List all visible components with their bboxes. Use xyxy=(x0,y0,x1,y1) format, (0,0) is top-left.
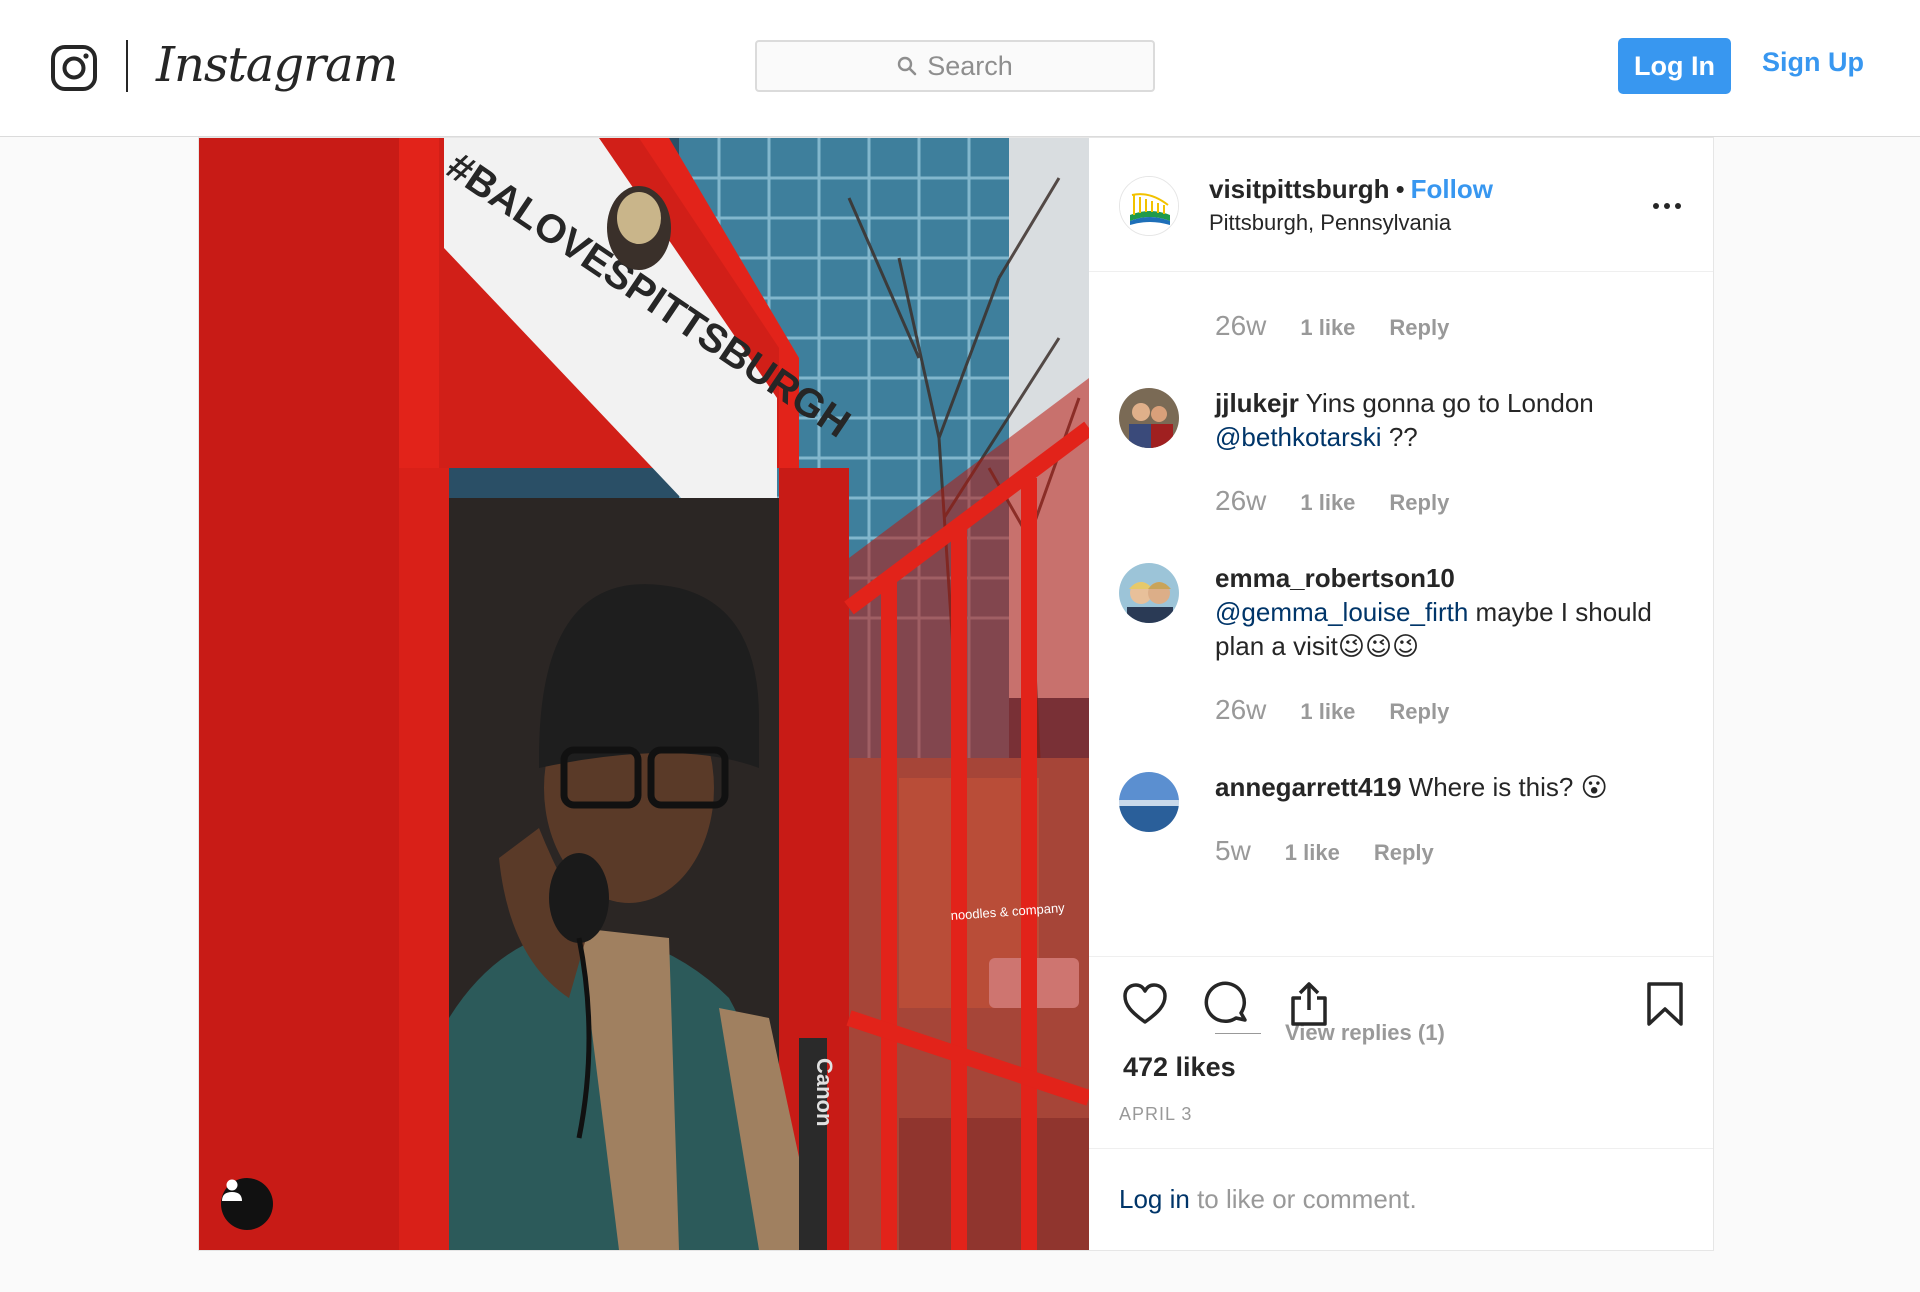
comment-body: Where is this? 😮 xyxy=(1408,772,1608,802)
comment-likes[interactable]: 1 like xyxy=(1300,490,1355,516)
comment-likes[interactable]: 1 like xyxy=(1300,699,1355,725)
log-in-button[interactable]: Log In xyxy=(1618,38,1731,94)
replies-divider-line xyxy=(1215,1032,1261,1034)
search-input[interactable]: Search xyxy=(755,40,1155,92)
comment-meta: 26w 1 like Reply xyxy=(1215,485,1449,517)
search-icon xyxy=(898,56,917,76)
footer-divider xyxy=(1089,1148,1713,1149)
login-prompt: Log in to like or comment. xyxy=(1119,1184,1417,1215)
comment-time: 26w xyxy=(1215,310,1267,341)
comment-meta: 26w 1 like Reply xyxy=(1215,310,1449,342)
more-options-icon[interactable] xyxy=(1649,194,1685,218)
separator-dot: • xyxy=(1395,174,1405,204)
post-photo[interactable]: #BALOVESPITTSBURGH noodles & company Can… xyxy=(199,138,1089,1250)
commenter-avatar[interactable] xyxy=(1119,388,1179,448)
instagram-wordmark[interactable]: Instagram xyxy=(156,30,398,100)
tagged-users-icon[interactable] xyxy=(221,1178,273,1230)
comment-body: Yins gonna go to London xyxy=(1305,388,1594,418)
likes-count[interactable]: 472 likes xyxy=(1123,1052,1236,1083)
comment-text: annegarrett419 Where is this? 😮 xyxy=(1215,770,1685,804)
post-header: visitpittsburgh • Follow Pittsburgh, Penns… xyxy=(1089,138,1713,272)
owner-username[interactable]: visitpittsburgh xyxy=(1209,174,1390,204)
comment-time: 26w xyxy=(1215,694,1267,725)
follow-button[interactable]: Follow xyxy=(1411,174,1493,204)
comment-text: emma_robertson10 @gemma_louise_firth may… xyxy=(1215,561,1685,663)
owner-avatar[interactable] xyxy=(1119,176,1179,236)
search-placeholder: Search xyxy=(927,50,1013,81)
comment-meta: 26w 1 like Reply xyxy=(1215,694,1449,726)
owner-line: visitpittsburgh • Follow xyxy=(1209,174,1493,205)
comment-body-end: ?? xyxy=(1388,422,1418,452)
sign-up-link[interactable]: Sign Up xyxy=(1762,40,1864,84)
comment-username[interactable]: emma_robertson10 xyxy=(1215,563,1455,593)
heart-icon[interactable] xyxy=(1121,980,1169,1028)
camera-strap-text: Canon xyxy=(812,1058,837,1126)
comment-likes[interactable]: 1 like xyxy=(1285,840,1340,866)
post-location[interactable]: Pittsburgh, Pennsylvania xyxy=(1209,210,1451,236)
reply-button[interactable]: Reply xyxy=(1389,315,1449,341)
reply-button[interactable]: Reply xyxy=(1389,699,1449,725)
commenter-avatar[interactable] xyxy=(1119,772,1179,832)
comment-mention[interactable]: @gemma_louise_firth xyxy=(1215,597,1468,627)
comment-username[interactable]: jjlukejr xyxy=(1215,388,1299,418)
comment-username[interactable]: annegarrett419 xyxy=(1215,772,1401,802)
comment-icon[interactable] xyxy=(1203,980,1251,1028)
reply-button[interactable]: Reply xyxy=(1389,490,1449,516)
instagram-glyph-icon[interactable] xyxy=(50,44,98,92)
phone-box-photo-illustration: #BALOVESPITTSBURGH noodles & company Can… xyxy=(199,138,1089,1250)
reply-button[interactable]: Reply xyxy=(1374,840,1434,866)
comment-text: jjlukejr Yins gonna go to London @bethko… xyxy=(1215,386,1685,454)
top-navigation-bar: Instagram Search Log In Sign Up xyxy=(0,0,1920,137)
comment-mention[interactable]: @bethkotarski xyxy=(1215,422,1382,452)
comment-meta: 5w 1 like Reply xyxy=(1215,835,1434,867)
log-in-link[interactable]: Log in xyxy=(1119,1184,1190,1214)
share-icon[interactable] xyxy=(1285,980,1333,1028)
logo-divider xyxy=(126,40,128,92)
actions-divider xyxy=(1089,956,1713,957)
comment-time: 5w xyxy=(1215,835,1251,866)
comment-likes[interactable]: 1 like xyxy=(1300,315,1355,341)
post-card: #BALOVESPITTSBURGH noodles & company Can… xyxy=(198,137,1714,1251)
bookmark-icon[interactable] xyxy=(1641,980,1689,1028)
post-date[interactable]: APRIL 3 xyxy=(1119,1104,1192,1125)
login-prompt-text: to like or comment. xyxy=(1197,1184,1417,1214)
post-sidebar: visitpittsburgh • Follow Pittsburgh, Penns… xyxy=(1089,138,1713,1250)
commenter-avatar[interactable] xyxy=(1119,563,1179,623)
comment-time: 26w xyxy=(1215,485,1267,516)
